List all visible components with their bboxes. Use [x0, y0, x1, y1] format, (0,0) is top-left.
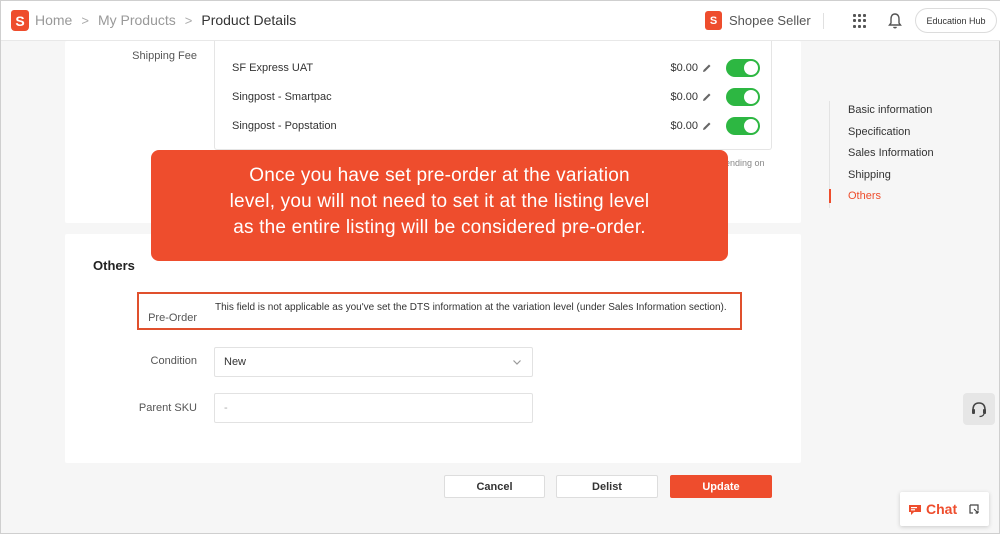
callout-line: as the entire listing will be considered…	[233, 217, 646, 238]
shipping-channel-name: Singpost - Popstation	[232, 120, 337, 132]
shipping-fee-value: $0.00	[670, 120, 698, 132]
chevron-down-icon	[513, 360, 521, 365]
pencil-icon[interactable]	[702, 92, 712, 102]
breadcrumb-current: Product Details	[201, 12, 297, 28]
condition-select[interactable]: New	[214, 347, 533, 377]
chevron-right-icon: >	[81, 12, 89, 28]
nav-item-basic-information[interactable]: Basic information	[829, 101, 934, 123]
condition-value: New	[224, 356, 247, 368]
shopee-seller-brand[interactable]: S Shopee Seller	[705, 11, 811, 30]
pencil-icon[interactable]	[702, 63, 712, 73]
tutorial-callout: Once you have set pre-order at the varia…	[151, 150, 728, 261]
update-button[interactable]: Update	[670, 475, 772, 498]
preorder-label: Pre-Order	[148, 312, 197, 324]
others-card: Others Pre-Order This field is not appli…	[65, 234, 801, 463]
shipping-row: Singpost - Smartpac $0.00	[232, 87, 760, 107]
shipping-options: SF Express UAT $0.00 Singpost - Smartpac…	[214, 41, 772, 150]
shipping-fee-value: $0.00	[670, 62, 698, 74]
headset-icon	[972, 402, 986, 418]
shipping-toggle[interactable]	[726, 59, 760, 77]
shipping-toggle[interactable]	[726, 117, 760, 135]
shipping-row: SF Express UAT $0.00	[232, 58, 760, 78]
callout-line: level, you will not need to set it at th…	[229, 191, 650, 212]
shipping-row: Singpost - Popstation $0.00	[232, 116, 760, 136]
chat-widget[interactable]: Chat	[900, 492, 989, 526]
section-title-others: Others	[93, 258, 135, 273]
help-button[interactable]	[963, 393, 995, 425]
parent-sku-label: Parent SKU	[138, 402, 197, 414]
shopee-logo-icon[interactable]: S	[11, 10, 29, 31]
education-hub-button[interactable]: Education Hub	[915, 8, 997, 33]
shipping-channel-name: Singpost - Smartpac	[232, 91, 332, 103]
bell-icon[interactable]	[887, 12, 903, 30]
section-nav: Basic information Specification Sales In…	[829, 101, 934, 209]
nav-item-shipping[interactable]: Shipping	[829, 166, 934, 188]
brand-label: Shopee Seller	[729, 13, 811, 28]
preorder-note: This field is not applicable as you've s…	[215, 302, 727, 313]
shopping-bag-icon: S	[705, 11, 722, 30]
parent-sku-input[interactable]: -	[214, 393, 533, 423]
nav-item-specification[interactable]: Specification	[829, 123, 934, 145]
shipping-fee-value: $0.00	[670, 91, 698, 103]
breadcrumb-my-products[interactable]: My Products	[98, 12, 176, 28]
breadcrumb: Home > My Products > Product Details	[35, 12, 296, 28]
cancel-button[interactable]: Cancel	[444, 475, 545, 498]
chevron-right-icon: >	[184, 12, 193, 28]
pending-note: ending on	[725, 158, 765, 168]
chat-label: Chat	[926, 501, 958, 517]
nav-item-sales-information[interactable]: Sales Information	[829, 144, 934, 166]
shipping-toggle[interactable]	[726, 88, 760, 106]
delist-button[interactable]: Delist	[556, 475, 658, 498]
shipping-fee-label: Shipping Fee	[132, 50, 197, 62]
top-bar: S Home > My Products > Product Details S…	[1, 1, 1000, 41]
expand-icon[interactable]	[968, 503, 980, 515]
header-divider	[823, 13, 824, 29]
shipping-channel-name: SF Express UAT	[232, 62, 314, 74]
preorder-highlight: Pre-Order This field is not applicable a…	[137, 292, 742, 330]
nav-item-others[interactable]: Others	[829, 187, 934, 209]
breadcrumb-home[interactable]: Home	[35, 12, 72, 28]
pencil-icon[interactable]	[702, 121, 712, 131]
condition-label: Condition	[150, 355, 197, 367]
chat-bubble-icon	[909, 505, 921, 515]
apps-grid-icon[interactable]	[853, 14, 867, 28]
parent-sku-value: -	[224, 402, 228, 414]
callout-line: Once you have set pre-order at the varia…	[249, 165, 630, 186]
